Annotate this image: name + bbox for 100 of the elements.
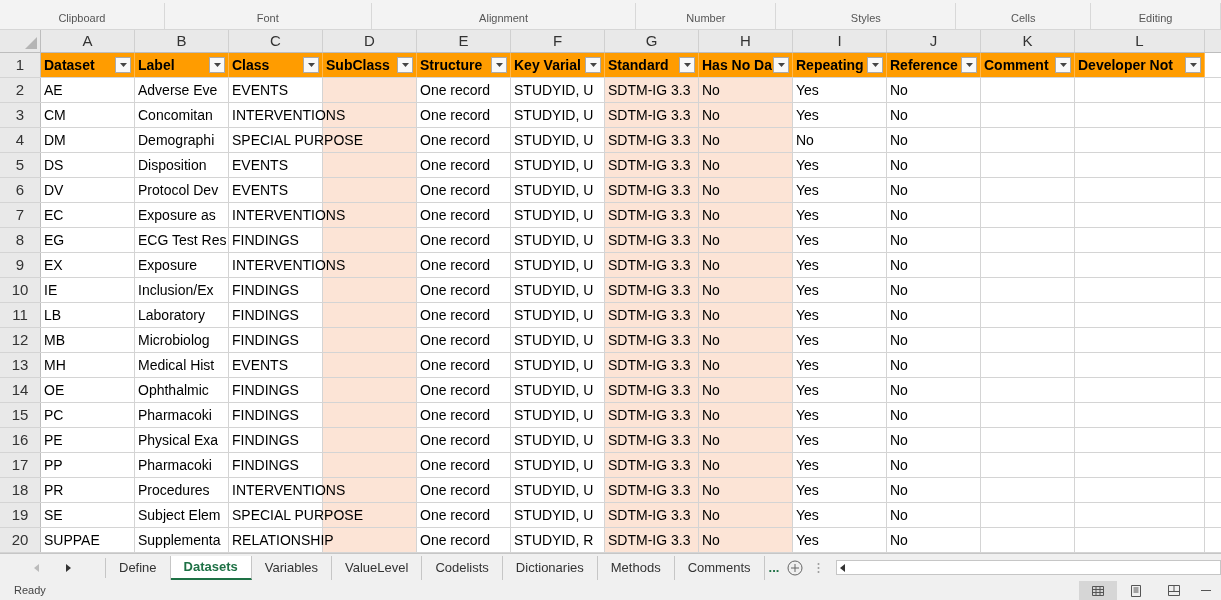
scroll-right-icon[interactable] [66,563,72,572]
cell-text: INTERVENTIONS [232,480,346,500]
cell-text: STUDYID, U [514,105,594,125]
cell-text: Physical Exa [138,430,219,450]
column-header[interactable]: J [887,30,981,52]
column-header[interactable]: C [229,30,323,52]
cell-text: No [890,480,908,500]
filter-button[interactable] [491,57,507,73]
cell-text: Pharmacoki [138,405,212,425]
cell-text: Protocol Dev [138,180,219,200]
cell-text: STUDYID, U [514,305,594,325]
dropdown-arrow-icon [1189,63,1197,67]
column-header[interactable]: G [605,30,699,52]
row-header[interactable]: 5 [0,153,41,177]
sheet-tab[interactable]: Dictionaries [502,555,598,580]
cell-text: STUDYID, U [514,280,594,300]
header-text: Comment [984,55,1049,75]
cell-text: No [702,255,720,275]
sheet-tab[interactable]: Datasets [170,555,252,580]
cell-text: No [702,355,720,375]
dropdown-arrow-icon [683,63,691,67]
column-header[interactable]: L [1075,30,1205,52]
cell-text: Yes [796,455,819,475]
cell-text: Pharmacoki [138,455,212,475]
row-header[interactable]: 20 [0,528,41,552]
cell-text: No [702,80,720,100]
cell-text: FINDINGS [232,380,299,400]
cell-text: No [890,405,908,425]
row-header[interactable]: 8 [0,228,41,252]
header-text: Has No Da [702,55,773,75]
cell-text: STUDYID, U [514,455,594,475]
cell-text: Yes [796,405,819,425]
filter-button[interactable] [303,57,319,73]
row-header[interactable]: 12 [0,328,41,352]
filter-button[interactable] [961,57,977,73]
cell-text: Exposure [138,255,198,275]
cell-text: Exposure as [138,205,216,225]
column-header[interactable]: F [511,30,605,52]
filter-button[interactable] [397,57,413,73]
row-header[interactable]: 19 [0,503,41,527]
filter-button[interactable] [773,57,789,73]
filter-button[interactable] [209,57,225,73]
cell-text: SDTM-IG 3.3 [608,455,691,475]
column-header[interactable]: D [323,30,417,52]
sheet-tab[interactable]: Variables [251,555,332,580]
filter-button[interactable] [585,57,601,73]
sheet-tab[interactable]: Methods [597,555,675,580]
row-header[interactable]: 9 [0,253,41,277]
filter-button[interactable] [679,57,695,73]
dropdown-arrow-icon [307,63,315,67]
row-header[interactable]: 13 [0,353,41,377]
sheet-tab[interactable]: Codelists [422,555,503,580]
more-tabs[interactable]: ... [764,557,784,578]
row-header[interactable]: 6 [0,178,41,202]
cell-text: One record [420,155,491,175]
column-header[interactable]: A [41,30,135,52]
row-header[interactable]: 14 [0,378,41,402]
row-header[interactable]: 4 [0,128,41,152]
cell-text: No [702,230,720,250]
sheet-tab[interactable]: Define [106,555,171,580]
filter-button[interactable] [867,57,883,73]
filter-button[interactable] [115,57,131,73]
row-header[interactable]: 1 [0,53,41,77]
cell-text: SDTM-IG 3.3 [608,230,691,250]
column-header[interactable]: B [135,30,229,52]
row-header[interactable]: 16 [0,428,41,452]
sheet-tab[interactable]: Comments [674,555,765,580]
scroll-left-icon[interactable] [840,563,846,572]
row-header[interactable]: 15 [0,403,41,427]
cell-text: Yes [796,305,819,325]
dropdown-arrow-icon [777,63,785,67]
cell-text: Inclusion/Ex [138,280,214,300]
cell-text: No [890,205,908,225]
row-header[interactable]: 3 [0,103,41,127]
cell-text: No [890,330,908,350]
sheet-tab[interactable]: ValueLevel [332,555,423,580]
row-header[interactable]: 11 [0,303,41,327]
column-header[interactable]: I [793,30,887,52]
filter-button[interactable] [1185,57,1201,73]
column-header[interactable]: E [417,30,511,52]
add-sheet-icon[interactable] [787,559,804,576]
cell-text: MH [44,355,66,375]
cell-text: SDTM-IG 3.3 [608,130,691,150]
cell-text: Laboratory [138,305,205,325]
cell-text: SDTM-IG 3.3 [608,280,691,300]
cell-text: Yes [796,380,819,400]
filter-button[interactable] [1055,57,1071,73]
cell-text: SDTM-IG 3.3 [608,380,691,400]
row-header[interactable]: 7 [0,203,41,227]
column-header[interactable]: K [981,30,1075,52]
cell-text: STUDYID, U [514,480,594,500]
cell-text: Yes [796,105,819,125]
column-header[interactable]: H [699,30,793,52]
cell-text: Concomitan [138,105,213,125]
row-header[interactable]: 18 [0,478,41,502]
row-header[interactable]: 17 [0,453,41,477]
cell-text: No [702,505,720,525]
row-header[interactable]: 10 [0,278,41,302]
row-header[interactable]: 2 [0,78,41,102]
normal-view-button[interactable] [1079,581,1117,600]
